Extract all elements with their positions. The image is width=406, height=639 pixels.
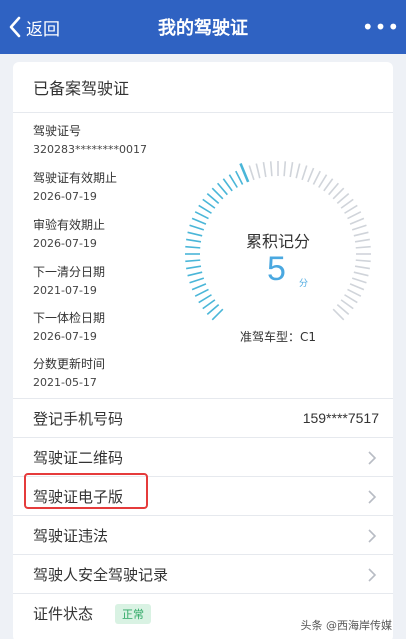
gauge-tick [344,294,358,304]
gauge-tick [328,182,340,196]
score-update-time-info: 分数更新时间 2021-05-17 [33,355,105,389]
info-label: 驾驶证号 [33,124,82,138]
gauge-tick [347,211,362,220]
gauge-tick [198,294,212,304]
row-label: 驾驶证电子版 [33,487,124,506]
gauge-tick [187,271,203,277]
gauge-tick [353,271,369,277]
info-label: 下一体检日期 [33,311,106,325]
gauge-tick [340,299,354,310]
gauge-tick [347,288,362,297]
points-unit: 分 [299,279,309,289]
gauge-tick [312,170,321,185]
phone-number-row[interactable]: 登记手机号码 159****7517 [13,398,393,437]
license-violations-row[interactable]: 驾驶证违法 [13,515,393,554]
points-value: 5 [267,250,286,288]
gauge-tick [191,217,207,225]
gauge-tick [255,163,261,179]
vehicle-type: 准驾车型：C1 [239,330,316,344]
gauge-tick [262,162,267,178]
top-navigation-bar: 返回 我的驾驶证 ••• [0,0,406,54]
status-badge: 正常 [115,604,151,624]
row-label: 驾驶人安全驾驶记录 [33,565,169,584]
info-value: 320283********0017 [33,143,147,156]
next-medical-exam-info: 下一体检日期 2026-07-19 [33,309,105,343]
info-value: 2021-05-17 [33,376,97,389]
chevron-right-icon [368,451,377,465]
next-clear-date-info: 下一清分日期 2021-07-19 [33,263,105,297]
gauge-tick [295,163,301,179]
gauge-tick [222,178,233,192]
gauge-tick [185,259,201,263]
gauge-tick [349,283,365,291]
gauge-tick [307,167,315,183]
info-label: 驾驶证有效期止 [33,171,118,185]
points-gauge: 累积记分 5 分 准驾车型：C1 [171,156,385,352]
electronic-license-row[interactable]: 驾驶证电子版 [13,473,393,515]
gauge-tick [344,204,358,214]
card-title: 已备案驾驶证 [33,79,130,98]
license-card: 已备案驾驶证 驾驶证号 320283********0017 驾驶证有效期止 2… [13,62,393,639]
gauge-tick [349,217,365,225]
divider [13,112,393,113]
gauge-tick [191,283,207,291]
gauge-tick [239,162,250,183]
info-label: 下一清分日期 [33,265,106,279]
info-value: 2026-07-19 [33,190,97,203]
row-label: 证件状态 [33,604,94,623]
gauge-tick [248,165,255,181]
gauge-tick [206,192,220,204]
gauge-tick [323,178,334,192]
gauge-tick [194,211,209,220]
info-label: 分数更新时间 [33,357,106,371]
info-value: 2021-07-19 [33,284,97,297]
row-label: 驾驶证违法 [33,526,109,545]
gauge-tick [340,198,354,209]
gauge-tick [283,161,287,177]
watermark: 头条 @西海岸传媒 [300,619,393,632]
gauge-tick [336,192,350,204]
gauge-tick [301,165,308,181]
row-label: 驾驶证二维码 [33,448,124,467]
phone-number-value: 159****7517 [302,410,379,426]
gauge-tick [202,198,216,209]
gauge-tick [318,174,328,188]
gauge-tick [206,304,220,316]
info-label: 审验有效期止 [33,218,106,232]
inspection-expiry-info: 审验有效期止 2026-07-19 [33,216,105,250]
row-label: 登记手机号码 [33,409,124,428]
info-value: 2026-07-19 [33,330,97,343]
gauge-tick [269,161,273,177]
gauge-tick [355,259,371,263]
license-qrcode-row[interactable]: 驾驶证二维码 [13,437,393,476]
gauge-tick [202,299,216,310]
gauge-tick [211,187,224,200]
safe-driving-record-row[interactable]: 驾驶人安全驾驶记录 [13,554,393,593]
gauge-tick [194,288,209,297]
gauge-tick [189,277,205,284]
gauge-tick [332,308,345,321]
gauge-tick [216,182,228,196]
gauge-tick [354,265,370,270]
gauge-tick [351,277,367,284]
license-number-info: 驾驶证号 320283********0017 [33,122,147,156]
gauge-tick [211,308,224,321]
gauge-tick [186,265,202,270]
more-options-icon[interactable]: ••• [362,14,399,40]
gauge-label: 累积记分 [245,232,310,251]
license-expiry-info: 驾驶证有效期止 2026-07-19 [33,169,117,203]
gauge-tick [289,162,294,178]
chevron-right-icon [368,490,377,504]
info-value: 2026-07-19 [33,237,97,250]
gauge-tick [332,187,345,200]
gauge-tick [235,170,244,185]
chevron-right-icon [368,568,377,582]
chevron-right-icon [368,529,377,543]
gauge-tick [336,304,350,316]
gauge-tick [198,204,212,214]
page-title: 我的驾驶证 [158,18,248,39]
gauge-tick [228,174,238,188]
